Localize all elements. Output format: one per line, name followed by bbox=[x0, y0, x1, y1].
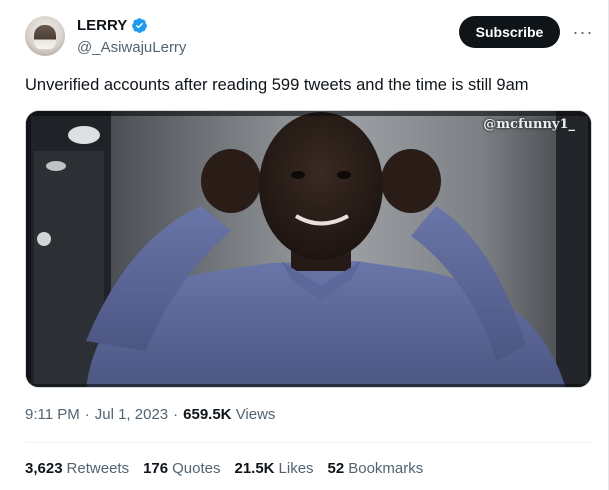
tweet-meta: 9:11 PM · Jul 1, 2023 · 659.5K Views bbox=[25, 406, 275, 423]
likes-stat[interactable]: 21.5K Likes bbox=[234, 460, 313, 477]
retweets-stat[interactable]: 3,623 Retweets bbox=[25, 460, 129, 477]
media-frame-image bbox=[26, 111, 591, 387]
tweet-media[interactable]: @mcfunny1_ bbox=[25, 110, 592, 388]
likes-count: 21.5K bbox=[234, 460, 275, 477]
tweet-text: Unverified accounts after reading 599 tw… bbox=[25, 76, 529, 94]
tweet-card: LERRY @_AsiwajuLerry Subscribe ··· Unver… bbox=[0, 0, 609, 490]
media-watermark: @mcfunny1_ bbox=[483, 117, 575, 132]
bookmarks-label: Bookmarks bbox=[348, 460, 424, 477]
avatar-figure bbox=[34, 25, 56, 49]
subscribe-button[interactable]: Subscribe bbox=[459, 16, 560, 48]
meta-separator: · bbox=[173, 406, 179, 423]
meta-separator: · bbox=[84, 406, 90, 423]
quotes-stat[interactable]: 176 Quotes bbox=[143, 460, 220, 477]
views-count: 659.5K bbox=[183, 406, 232, 423]
quotes-count: 176 bbox=[143, 460, 169, 477]
likes-label: Likes bbox=[278, 460, 314, 477]
quotes-label: Quotes bbox=[172, 460, 221, 477]
tweet-time[interactable]: 9:11 PM bbox=[25, 406, 80, 423]
author-handle[interactable]: @_AsiwajuLerry bbox=[77, 39, 186, 56]
author-display-name[interactable]: LERRY bbox=[77, 17, 127, 34]
avatar[interactable] bbox=[25, 16, 65, 56]
views-label: Views bbox=[235, 406, 276, 423]
bookmarks-stat[interactable]: 52 Bookmarks bbox=[328, 460, 424, 477]
bookmarks-count: 52 bbox=[327, 460, 345, 477]
author-name-row[interactable]: LERRY bbox=[77, 17, 148, 34]
retweets-count: 3,623 bbox=[25, 460, 63, 477]
verified-badge-icon bbox=[131, 17, 148, 34]
retweets-label: Retweets bbox=[66, 460, 130, 477]
tweet-date[interactable]: Jul 1, 2023 bbox=[95, 406, 168, 423]
engagement-stats: 3,623 Retweets 176 Quotes 21.5K Likes 52… bbox=[25, 460, 423, 477]
more-dots-icon[interactable]: ··· bbox=[572, 22, 594, 42]
divider bbox=[25, 442, 592, 443]
